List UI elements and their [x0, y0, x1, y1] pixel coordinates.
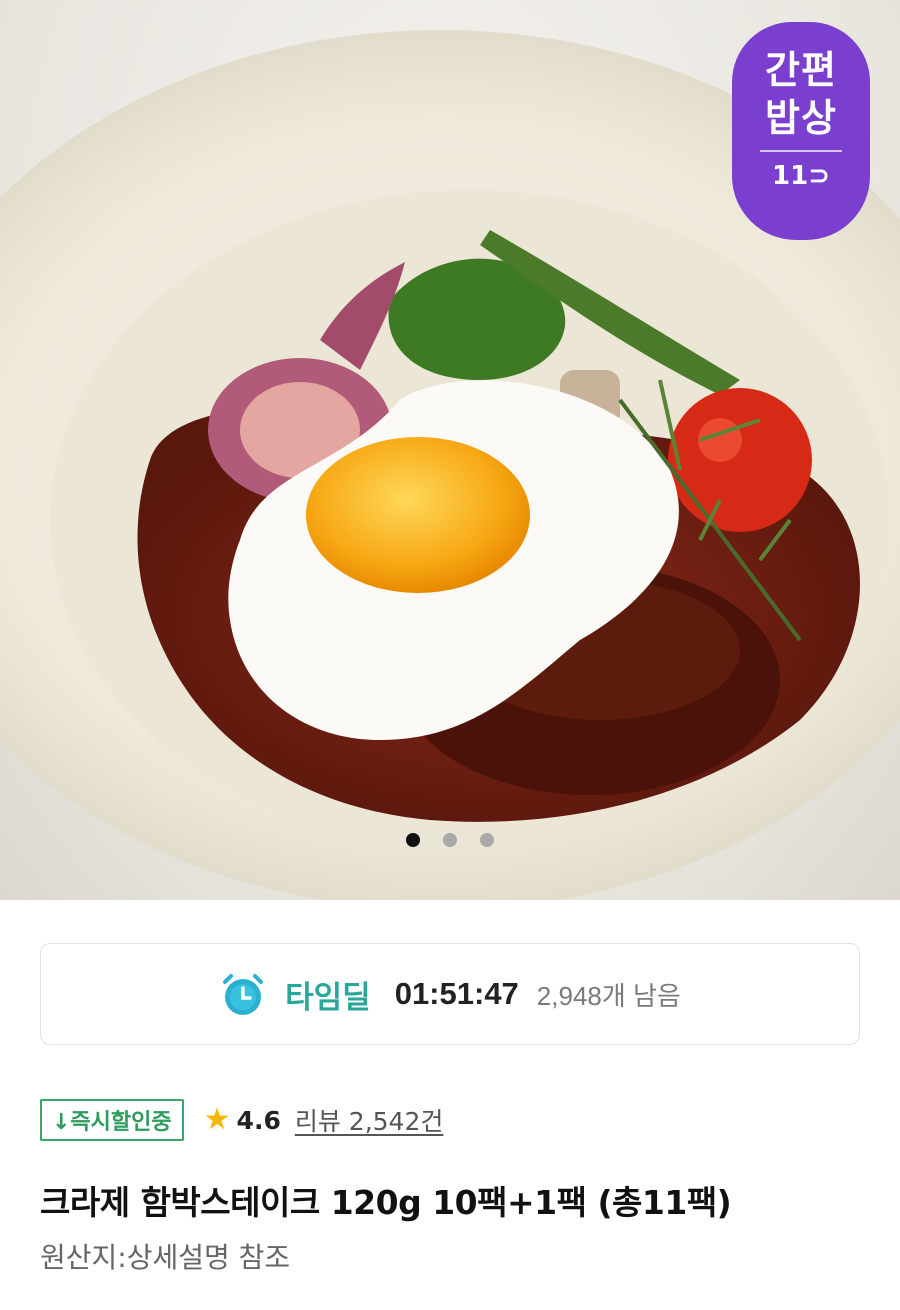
badge-divider — [760, 150, 842, 152]
time-deal-label: 타임딜 — [285, 979, 371, 1015]
carousel-dot-1[interactable] — [405, 833, 420, 847]
carousel-dot-3[interactable] — [480, 833, 495, 847]
eleven-street-logo: 11⊃ — [772, 161, 830, 191]
time-deal-banner[interactable]: 타임딜 01:51:47 2,948개 남음 — [40, 943, 860, 1045]
star-icon: ★ — [203, 1102, 231, 1137]
carousel-indicator — [0, 832, 900, 851]
countdown-timer: 01:51:47 — [394, 976, 519, 1011]
product-origin: 원산지:상세설명 참조 — [40, 1241, 291, 1274]
badge-line-1: 간편 — [765, 48, 837, 92]
reviews-link[interactable]: 리뷰 2,542건 — [295, 1102, 444, 1138]
instant-discount-badge: ↓즉시할인중 — [40, 1099, 184, 1141]
alarm-clock-icon — [223, 974, 264, 1015]
rating-value: 4.6 — [236, 1105, 281, 1135]
easy-meal-badge: 간편 밥상 11⊃ — [732, 22, 870, 240]
badge-line-2: 밥상 — [765, 96, 837, 140]
product-title: 크라제 함박스테이크 120g 10팩+1팩 (총11팩) — [40, 1183, 732, 1222]
remaining-stock: 2,948개 남음 — [536, 980, 681, 1011]
product-image-carousel[interactable]: 간편 밥상 11⊃ — [0, 0, 900, 900]
product-meta-row: ↓즉시할인중 ★ 4.6 리뷰 2,542건 — [40, 1097, 443, 1143]
carousel-dot-2[interactable] — [443, 833, 457, 847]
